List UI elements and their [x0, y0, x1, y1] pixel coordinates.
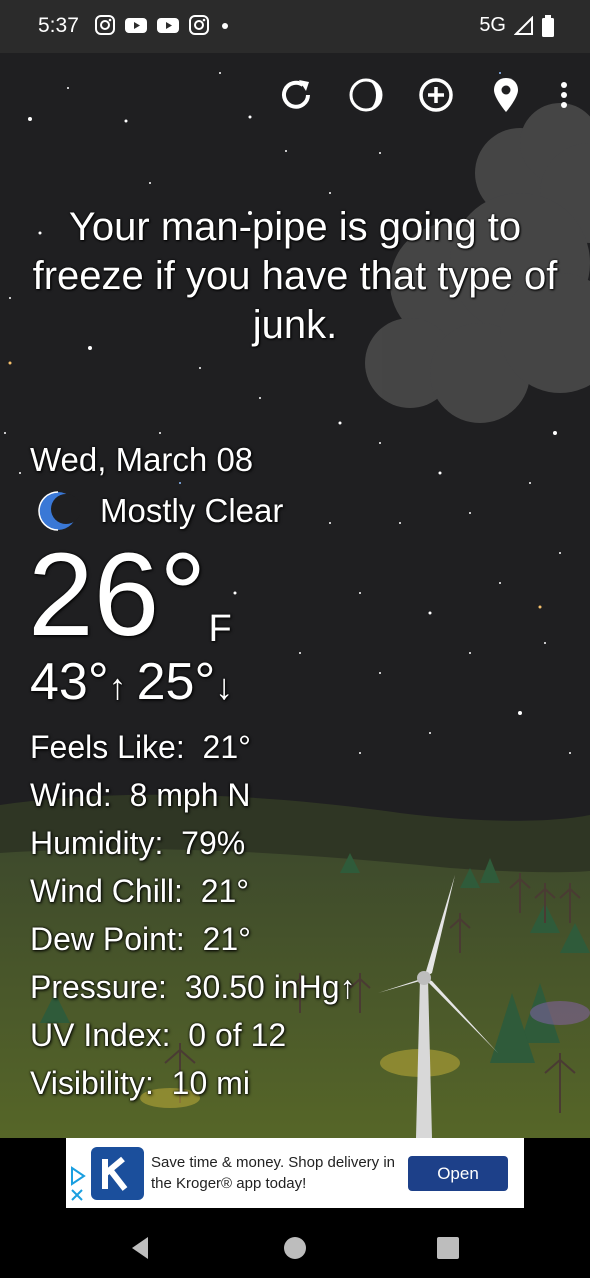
- detail-uv-index: UV Index: 0 of 12: [30, 1015, 356, 1063]
- home-button[interactable]: [275, 1228, 315, 1268]
- detail-label: UV Index:: [30, 1017, 171, 1053]
- add-location-button[interactable]: [416, 75, 456, 115]
- ad-band: Save time & money. Shop delivery in the …: [0, 1138, 590, 1210]
- detail-dew-point: Dew Point: 21°: [30, 919, 356, 967]
- detail-value: 21°: [202, 921, 251, 957]
- ad-text: Save time & money. Shop delivery in the …: [151, 1154, 396, 1192]
- youtube-icon: [125, 18, 147, 33]
- more-options-button[interactable]: [556, 75, 572, 115]
- up-arrow-icon: ↑: [108, 666, 127, 707]
- detail-wind: Wind: 8 mph N: [30, 775, 356, 823]
- instagram-icon: [95, 15, 115, 35]
- detail-label: Visibility:: [30, 1065, 154, 1101]
- notification-icons: [94, 14, 232, 36]
- detail-visibility: Visibility: 10 mi: [30, 1063, 356, 1111]
- detail-feels-like: Feels Like: 21°: [30, 727, 356, 775]
- dot-icon: [222, 23, 228, 29]
- ad-open-button[interactable]: Open: [408, 1156, 508, 1191]
- high-low-temps: 43°↑ 25°↓: [30, 651, 233, 718]
- detail-wind-chill: Wind Chill: 21°: [30, 871, 356, 919]
- moon-phase-icon: [349, 78, 383, 112]
- ad-banner[interactable]: Save time & money. Shop delivery in the …: [66, 1138, 524, 1208]
- condition-row: Mostly Clear: [36, 489, 283, 533]
- detail-label: Wind Chill:: [30, 873, 183, 909]
- low-temp: 25°: [136, 653, 216, 711]
- back-button[interactable]: [120, 1228, 160, 1268]
- refresh-icon: [282, 80, 310, 109]
- temperature-unit: F: [208, 608, 232, 650]
- detail-value: 21°: [202, 729, 251, 765]
- detail-humidity: Humidity: 79%: [30, 823, 356, 871]
- down-arrow-icon: ↓: [215, 666, 234, 707]
- moon-phase-button[interactable]: [346, 75, 386, 115]
- weather-screen: Your man-pipe is going to freeze if you …: [0, 53, 590, 1138]
- kroger-logo-icon: [91, 1147, 144, 1200]
- low-temp-group: 25°↓: [137, 651, 234, 718]
- ad-choices-icon[interactable]: [68, 1166, 88, 1206]
- detail-value: 21°: [200, 873, 250, 909]
- high-temp-group: 43°↑: [30, 651, 127, 718]
- detail-pressure: Pressure: 30.50 inHg↑: [30, 967, 356, 1015]
- detail-label: Humidity:: [30, 825, 164, 861]
- detail-label: Feels Like:: [30, 729, 185, 765]
- network-label: 5G: [479, 14, 506, 36]
- detail-label: Wind:: [30, 777, 112, 813]
- detail-label: Pressure:: [30, 969, 167, 1005]
- condition-text: Mostly Clear: [100, 492, 284, 529]
- high-temp: 43°: [30, 653, 109, 711]
- battery-icon: [542, 14, 554, 37]
- back-icon: [132, 1237, 148, 1259]
- location-pin-icon: [494, 78, 518, 112]
- status-bar: 5:37 5G: [0, 0, 590, 53]
- home-icon: [284, 1237, 306, 1259]
- weather-details: Feels Like: 21° Wind: 8 mph N Humidity: …: [30, 727, 356, 1111]
- location-button[interactable]: [486, 75, 526, 115]
- temperature-row: 26° F: [28, 530, 232, 660]
- status-right: 5G: [479, 14, 554, 37]
- weather-quote: Your man-pipe is going to freeze if you …: [32, 205, 558, 347]
- detail-value: 0 of 12: [188, 1017, 287, 1053]
- detail-value: 79%: [181, 825, 246, 861]
- add-location-icon: [419, 78, 453, 112]
- refresh-button[interactable]: [276, 75, 316, 115]
- recents-button[interactable]: [428, 1228, 468, 1268]
- current-temperature: 26°: [28, 529, 207, 661]
- detail-label: Dew Point:: [30, 921, 185, 957]
- signal-icon: [514, 15, 533, 35]
- navigation-bar: [0, 1210, 590, 1278]
- instagram-icon: [189, 15, 209, 35]
- more-vert-icon: [561, 82, 567, 108]
- recents-icon: [437, 1237, 459, 1259]
- detail-value: 10 mi: [171, 1065, 250, 1101]
- youtube-icon: [157, 18, 179, 33]
- detail-value: 30.50 inHg↑: [184, 969, 356, 1005]
- current-date: Wed, March 08: [30, 441, 254, 478]
- status-time: 5:37: [38, 14, 79, 37]
- top-toolbar: [276, 75, 572, 115]
- detail-value: 8 mph N: [129, 777, 251, 813]
- crescent-moon-icon: [38, 491, 80, 531]
